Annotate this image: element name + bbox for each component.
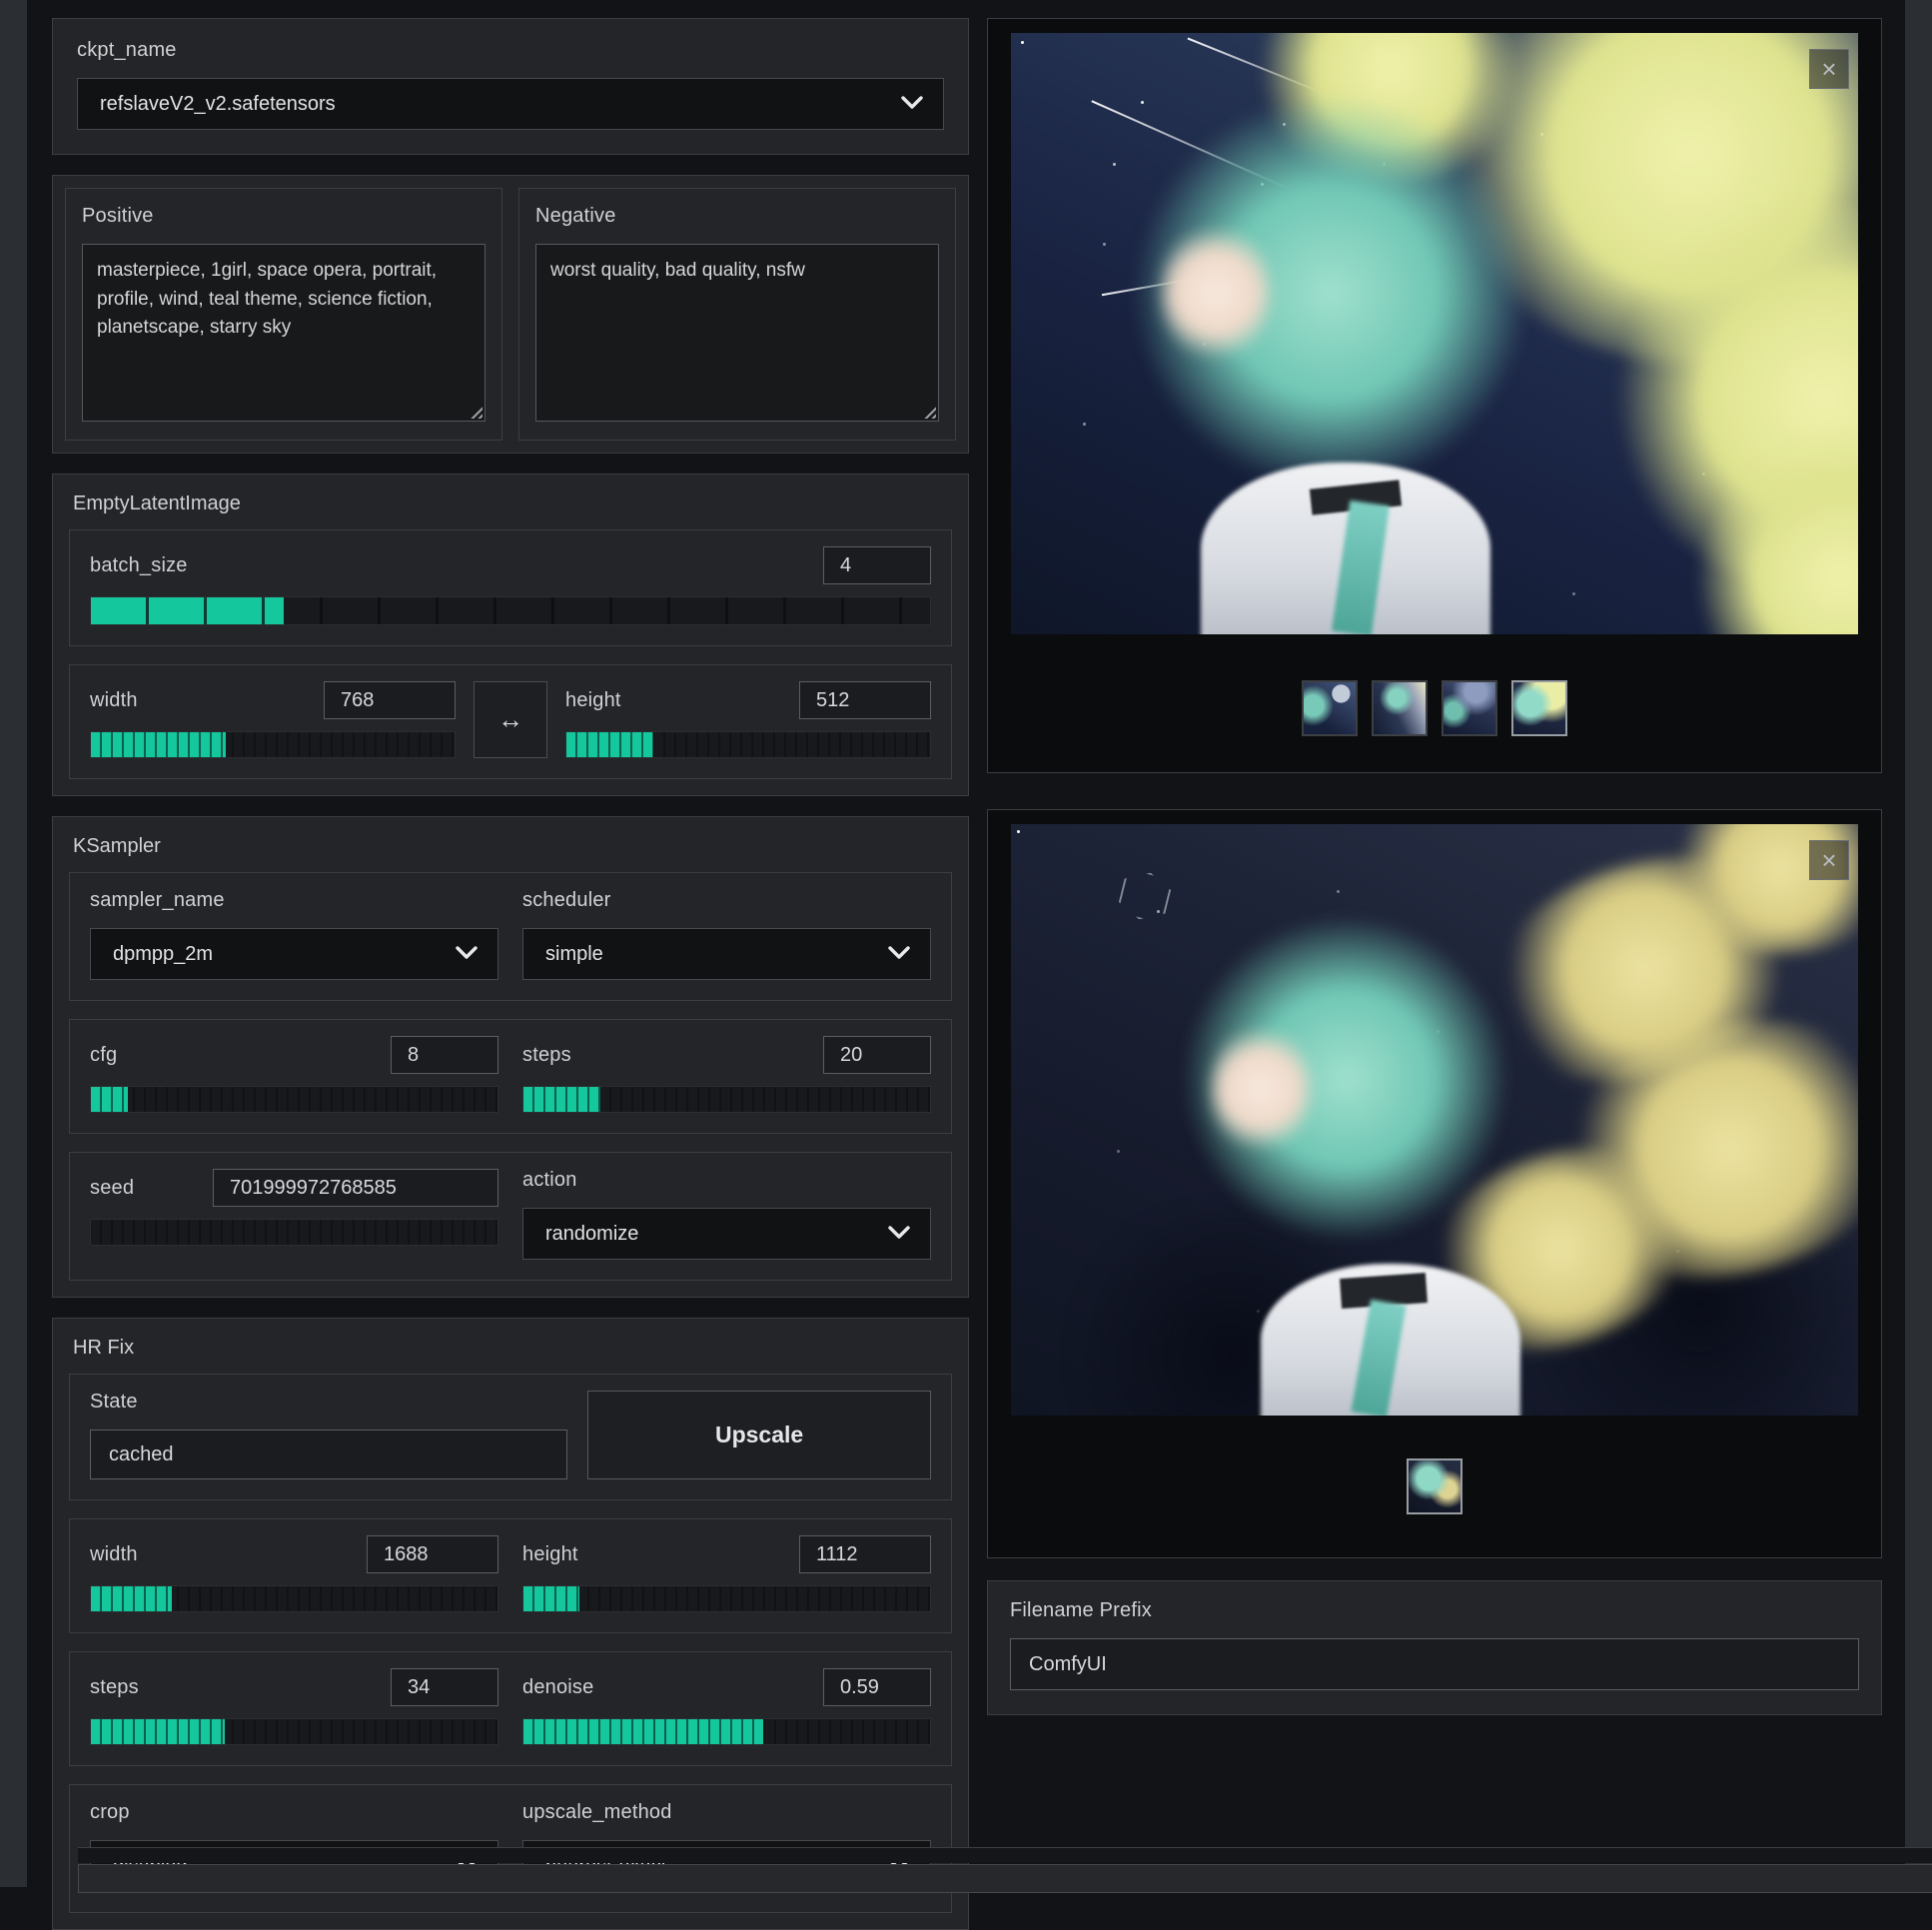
hr-dims-row: width 1688 height 1112 <box>69 1518 952 1633</box>
hr-width-input[interactable]: 1688 <box>367 1535 498 1573</box>
chevron-down-icon <box>888 1223 910 1246</box>
bottom-spacer-bar <box>78 1847 1932 1863</box>
ksampler-title: KSampler <box>73 835 952 858</box>
empty-latent-section: EmptyLatentImage batch_size 4 width 768 <box>52 474 969 796</box>
action-label: action <box>522 1169 931 1192</box>
scheduler-select[interactable]: simple <box>522 928 931 980</box>
page-gutter-right <box>1905 0 1932 1887</box>
latent-height-label: height <box>565 689 621 712</box>
scheduler-value: simple <box>545 943 603 966</box>
denoise-input[interactable]: 0.59 <box>823 1668 931 1706</box>
seed-input[interactable]: 701999972768585 <box>213 1169 498 1207</box>
thumbnail-row <box>1407 1458 1462 1514</box>
swap-dimensions-button[interactable]: ↔ <box>474 681 547 758</box>
thumbnail-row <box>1302 680 1567 736</box>
crop-label: crop <box>90 1801 498 1824</box>
thumbnail-2[interactable] <box>1372 680 1428 736</box>
positive-label: Positive <box>82 205 485 228</box>
latent-width-slider[interactable] <box>90 731 456 758</box>
state-label: State <box>90 1391 567 1414</box>
ckpt-name-select[interactable]: refslaveV2_v2.safetensors <box>77 78 944 130</box>
denoise-label: denoise <box>522 1676 593 1699</box>
negative-label: Negative <box>535 205 939 228</box>
hr-fix-section: HR Fix State cached Upscale width 1688 <box>52 1318 969 1930</box>
steps-label: steps <box>522 1044 571 1067</box>
action-value: randomize <box>545 1223 638 1246</box>
filename-prefix-panel: Filename Prefix ComfyUI <box>987 1580 1882 1715</box>
close-icon[interactable]: × <box>1809 49 1849 89</box>
batch-size-row: batch_size 4 <box>69 529 952 646</box>
action-select[interactable]: randomize <box>522 1208 931 1260</box>
hr-steps-input[interactable]: 34 <box>391 1668 498 1706</box>
bottom-panel-bar <box>78 1864 1932 1893</box>
batch-size-input[interactable]: 4 <box>823 546 931 584</box>
positive-prompt-box: Positive masterpiece, 1girl, space opera… <box>65 188 502 441</box>
cfg-slider[interactable] <box>90 1086 498 1113</box>
cfg-label: cfg <box>90 1044 117 1067</box>
steps-input[interactable]: 20 <box>823 1036 931 1074</box>
sampler-row: sampler_name dpmpp_2m scheduler simple <box>69 872 952 1001</box>
swap-icon: ↔ <box>497 704 523 735</box>
chevron-down-icon <box>901 93 923 116</box>
seed-label: seed <box>90 1177 134 1200</box>
state-row: State cached Upscale <box>69 1374 952 1500</box>
ckpt-name-value: refslaveV2_v2.safetensors <box>100 93 336 116</box>
thumbnail-1-selected[interactable] <box>1407 1458 1462 1514</box>
positive-prompt-input[interactable]: masterpiece, 1girl, space opera, portrai… <box>82 244 485 422</box>
hr-fix-title: HR Fix <box>73 1337 952 1360</box>
sampler-name-label: sampler_name <box>90 889 498 912</box>
image-viewer-2: × <box>987 809 1882 1558</box>
chevron-down-icon <box>456 943 478 966</box>
seed-action-row: seed 701999972768585 action randomize <box>69 1152 952 1281</box>
prompts-panel: Positive masterpiece, 1girl, space opera… <box>52 175 969 454</box>
negative-prompt-box: Negative worst quality, bad quality, nsf… <box>518 188 956 441</box>
batch-size-label: batch_size <box>90 554 188 577</box>
ckpt-name-label: ckpt_name <box>77 39 944 62</box>
settings-column: ckpt_name refslaveV2_v2.safetensors Posi… <box>52 18 969 1930</box>
latent-dims-row: width 768 ↔ height 512 <box>69 664 952 779</box>
hr-height-slider[interactable] <box>522 1585 931 1612</box>
latent-height-slider[interactable] <box>565 731 931 758</box>
batch-size-slider[interactable] <box>90 596 931 625</box>
page-gutter-left <box>0 0 27 1887</box>
denoise-slider[interactable] <box>522 1718 931 1745</box>
cfg-input[interactable]: 8 <box>391 1036 498 1074</box>
main-content: ckpt_name refslaveV2_v2.safetensors Posi… <box>40 6 1894 1887</box>
hr-steps-label: steps <box>90 1676 139 1699</box>
hr-steps-denoise-row: steps 34 denoise 0.59 <box>69 1651 952 1766</box>
upscale-method-label: upscale_method <box>522 1801 931 1824</box>
hr-height-label: height <box>522 1543 578 1566</box>
close-icon[interactable]: × <box>1809 840 1849 880</box>
seed-slider[interactable] <box>90 1219 498 1246</box>
thumbnail-3[interactable] <box>1442 680 1497 736</box>
preview-column: × <box>987 18 1882 1715</box>
latent-width-input[interactable]: 768 <box>324 681 456 719</box>
scheduler-label: scheduler <box>522 889 931 912</box>
latent-height-input[interactable]: 512 <box>799 681 931 719</box>
upscale-button[interactable]: Upscale <box>587 1391 931 1479</box>
sampler-name-select[interactable]: dpmpp_2m <box>90 928 498 980</box>
ksampler-section: KSampler sampler_name dpmpp_2m schedule <box>52 816 969 1298</box>
chevron-down-icon <box>888 943 910 966</box>
steps-slider[interactable] <box>522 1086 931 1113</box>
filename-prefix-input[interactable]: ComfyUI <box>1010 1638 1859 1690</box>
preview-image-1 <box>1011 33 1858 634</box>
hr-steps-slider[interactable] <box>90 1718 498 1745</box>
state-input[interactable]: cached <box>90 1430 567 1479</box>
checkpoint-panel: ckpt_name refslaveV2_v2.safetensors <box>52 18 969 155</box>
hr-width-label: width <box>90 1543 138 1566</box>
sampler-name-value: dpmpp_2m <box>113 943 213 966</box>
hr-height-input[interactable]: 1112 <box>799 1535 931 1573</box>
preview-image-2 <box>1011 824 1858 1416</box>
thumbnail-4-selected[interactable] <box>1511 680 1567 736</box>
cfg-steps-row: cfg 8 steps 20 <box>69 1019 952 1134</box>
image-viewer-1: × <box>987 18 1882 773</box>
empty-latent-title: EmptyLatentImage <box>73 492 952 515</box>
hr-width-slider[interactable] <box>90 1585 498 1612</box>
thumbnail-1[interactable] <box>1302 680 1358 736</box>
latent-width-label: width <box>90 689 138 712</box>
filename-prefix-label: Filename Prefix <box>1010 1599 1859 1622</box>
negative-prompt-input[interactable]: worst quality, bad quality, nsfw <box>535 244 939 422</box>
